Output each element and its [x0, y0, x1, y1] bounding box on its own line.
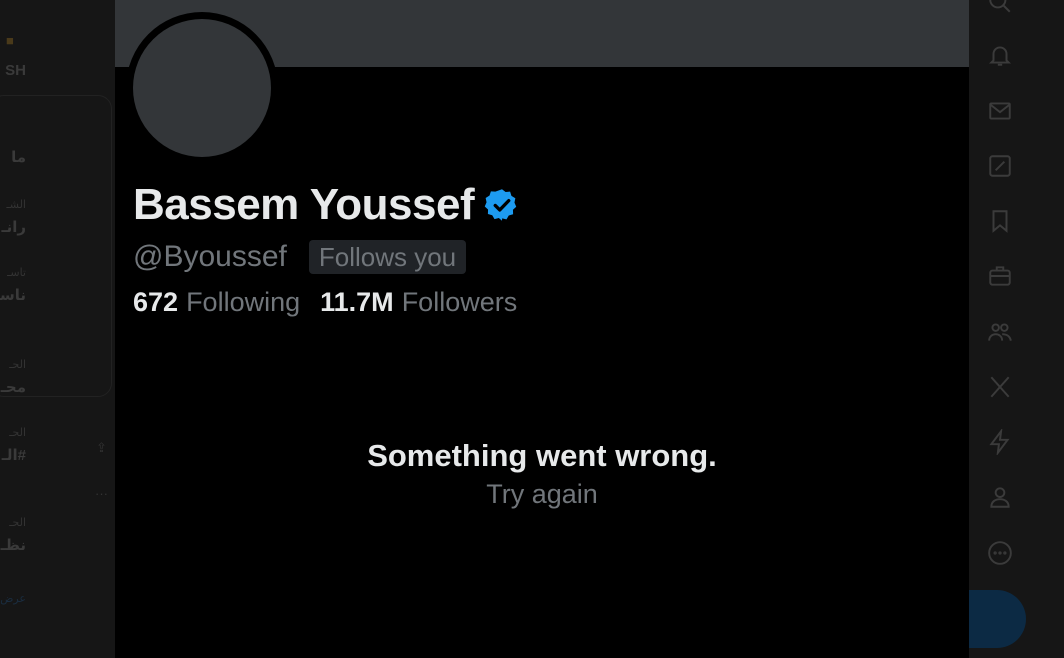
mail-icon [986, 97, 1014, 125]
profile-name[interactable]: Bassem Youssef [133, 180, 475, 230]
try-again-button[interactable]: Try again [115, 476, 969, 512]
background-trend-text: محـ [0, 379, 26, 396]
bookmark-icon [986, 207, 1014, 235]
followers-stat[interactable]: 11.7M Followers [320, 284, 517, 320]
background-trend-text: ما [11, 149, 26, 166]
search-icon [986, 0, 1014, 16]
background-trend-text: #الـ [1, 447, 26, 464]
share-icon: ⇪ [96, 440, 107, 455]
background-trend-text: رانـ [1, 219, 26, 236]
verified-badge-icon[interactable] [484, 187, 520, 223]
profile-modal: Bassem Youssef @Byoussef Follows you 672… [115, 0, 969, 658]
background-trend-text: تاسـ [7, 267, 26, 279]
x-logo-icon [986, 373, 1014, 401]
post-button [968, 590, 1026, 648]
avatar-ring [126, 12, 278, 164]
followers-label: Followers [401, 287, 518, 317]
background-trend-text: الحـ [9, 359, 26, 371]
background-trend-text: عرض [0, 593, 26, 605]
background-trend-text: الشـ [6, 199, 26, 211]
communities-icon [986, 318, 1014, 346]
profile-handle-row: @Byoussef Follows you [133, 238, 467, 276]
compose-icon [986, 152, 1014, 180]
following-label: Following [186, 287, 301, 317]
background-panel [0, 95, 112, 397]
background-trend-text: نظـ [0, 537, 26, 554]
profile-name-row: Bassem Youssef [133, 180, 520, 230]
followers-count: 11.7M [320, 287, 394, 317]
flag-icon: ■ [6, 33, 14, 48]
profile-icon [986, 483, 1014, 511]
profile-stats: 672 Following 11.7M Followers [133, 284, 537, 320]
following-count: 672 [133, 287, 179, 317]
avatar[interactable] [133, 19, 271, 157]
background-trends-column: ■ SH ما الشـ رانـ تاسـ ناسـ الحـ محـ الح… [0, 0, 115, 658]
briefcase-icon [986, 262, 1014, 290]
more-dots-icon: ··· [95, 486, 108, 501]
background-trend-text: SH [5, 62, 26, 79]
follows-you-badge: Follows you [308, 240, 467, 274]
bell-icon [986, 41, 1014, 69]
background-trend-text: الحـ [9, 427, 26, 439]
lightning-icon [986, 428, 1014, 456]
background-nav-column [969, 0, 1064, 658]
error-message: Something went wrong. [367, 438, 717, 473]
background-trend-text: ناسـ [0, 287, 26, 304]
following-stat[interactable]: 672 Following [133, 284, 300, 320]
profile-handle: @Byoussef [133, 240, 287, 273]
more-icon [986, 539, 1014, 567]
background-trend-text: الحـ [9, 517, 26, 529]
